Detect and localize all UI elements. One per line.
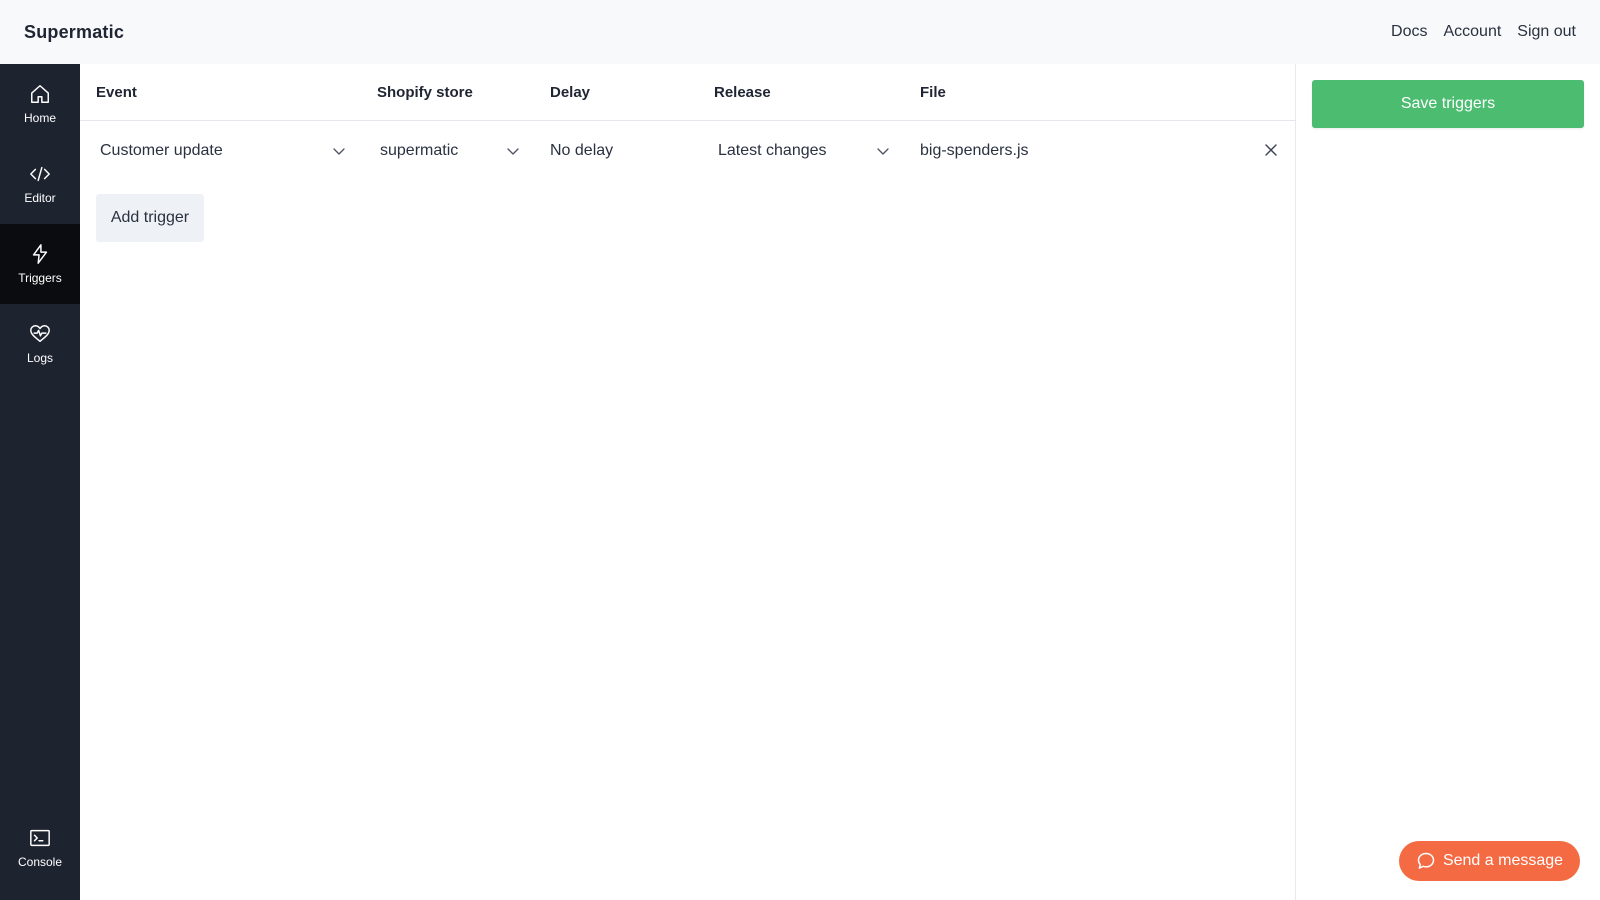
table-row: Customer update supermatic No delay Late… [80, 121, 1296, 181]
chat-bubble-icon [1417, 852, 1435, 869]
terminal-icon [30, 829, 50, 847]
code-icon [30, 166, 50, 182]
send-message-button[interactable]: Send a message [1399, 841, 1580, 881]
brand-logo: Supermatic [24, 21, 125, 42]
chevron-down-icon [333, 148, 345, 155]
chevron-down-icon [507, 148, 519, 155]
release-select[interactable]: Latest changes [718, 121, 890, 181]
header-file: File [920, 84, 946, 101]
file-select[interactable]: big-spenders.js [920, 121, 1170, 181]
sidebar-item-console[interactable]: Console [0, 808, 80, 888]
release-value: Latest changes [718, 142, 827, 159]
header-shopify-store: Shopify store [377, 84, 473, 101]
sidebar-item-label: Triggers [18, 271, 62, 285]
sidebar-item-label: Editor [24, 191, 56, 205]
sidebar-item-label: Console [17, 855, 63, 869]
lightning-icon [32, 244, 48, 264]
delay-field[interactable]: No delay [550, 121, 690, 181]
sidebar-item-home[interactable]: Home [0, 64, 80, 144]
header-release: Release [714, 84, 771, 101]
top-nav: Docs Account Sign out [1391, 23, 1576, 41]
heart-pulse-icon [30, 325, 50, 343]
sign-out-link[interactable]: Sign out [1517, 23, 1576, 41]
header-delay: Delay [550, 84, 591, 101]
account-link[interactable]: Account [1443, 23, 1501, 41]
sidebar-item-triggers[interactable]: Triggers [0, 224, 80, 304]
close-icon [1265, 144, 1277, 156]
sidebar-item-label: Logs [26, 351, 54, 365]
send-message-label: Send a message [1442, 852, 1564, 869]
shopify-store-select[interactable]: supermatic [380, 121, 520, 181]
docs-link[interactable]: Docs [1391, 23, 1427, 41]
right-panel: Save triggers [1296, 64, 1600, 900]
event-value: Customer update [100, 142, 223, 159]
delay-value: No delay [550, 142, 614, 159]
remove-trigger-button[interactable] [1262, 141, 1280, 159]
header-event: Event [96, 84, 137, 101]
file-value: big-spenders.js [920, 142, 1029, 159]
triggers-panel: Event Shopify store Delay Release File C… [80, 64, 1296, 900]
table-header: Event Shopify store Delay Release File [80, 64, 1296, 121]
sidebar-item-editor[interactable]: Editor [0, 144, 80, 224]
add-trigger-button[interactable]: Add trigger [96, 194, 204, 242]
save-triggers-button[interactable]: Save triggers [1312, 80, 1584, 128]
sidebar-item-logs[interactable]: Logs [0, 304, 80, 384]
shopify-store-value: supermatic [380, 142, 459, 159]
chevron-down-icon [877, 148, 889, 155]
top-bar: Supermatic Docs Account Sign out [0, 0, 1600, 64]
sidebar-item-label: Home [23, 111, 56, 125]
event-select[interactable]: Customer update [100, 121, 346, 181]
home-icon [31, 85, 49, 103]
sidebar: Home Editor Triggers Logs Console [0, 64, 80, 900]
